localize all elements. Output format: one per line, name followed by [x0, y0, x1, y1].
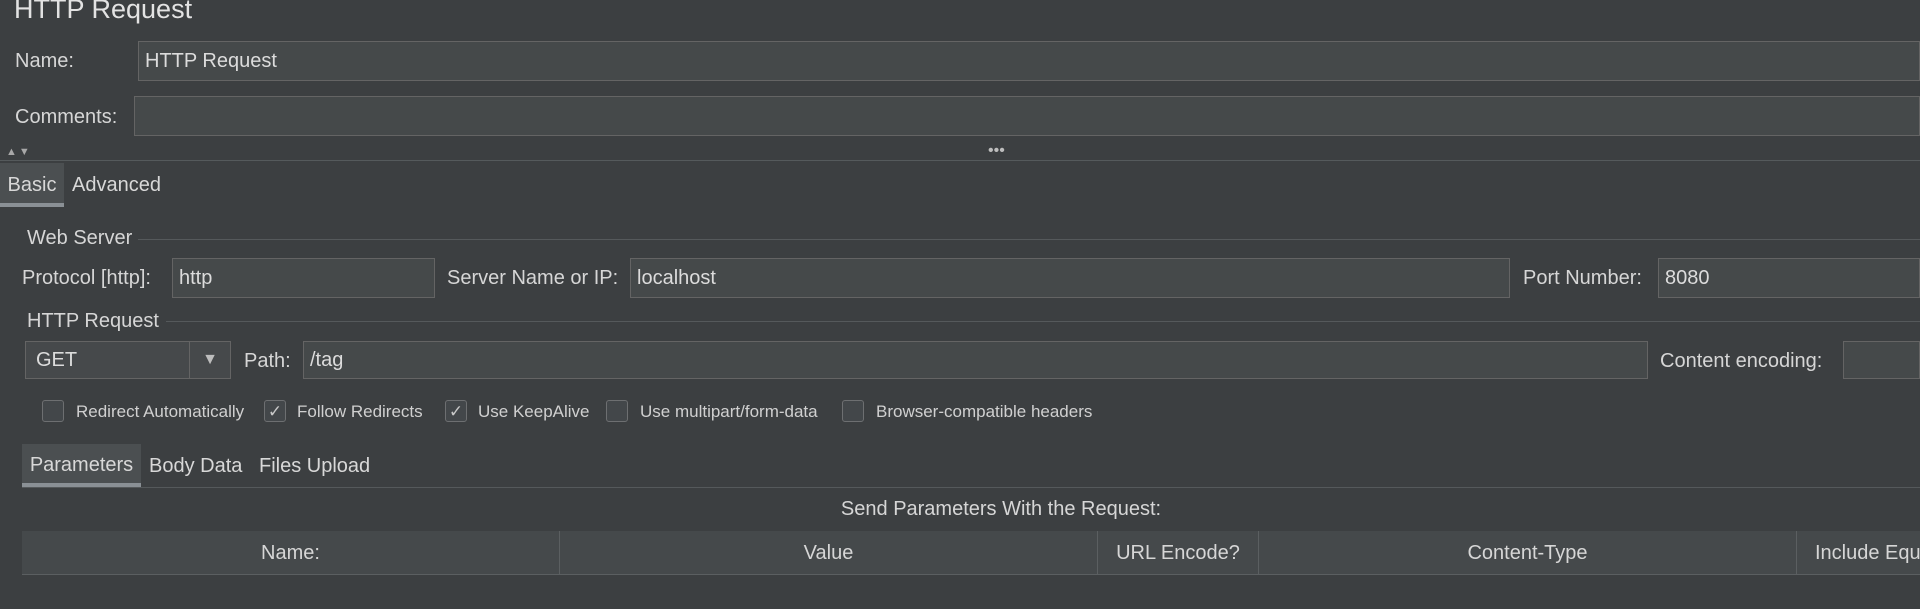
tab-body-data[interactable]: Body Data [149, 455, 242, 478]
web-server-group-title: Web Server [27, 227, 133, 249]
browser-compatible-headers-label[interactable]: Browser-compatible headers [876, 402, 1092, 422]
server-name-input[interactable]: localhost [630, 258, 1510, 298]
chevron-down-icon[interactable]: ▼ [189, 342, 230, 378]
web-server-group-border [138, 239, 1920, 240]
column-header-content-type[interactable]: Content-Type [1259, 531, 1797, 575]
path-label: Path: [244, 350, 291, 372]
tab-advanced[interactable]: Advanced [72, 174, 161, 197]
column-header-include-equals[interactable]: Include Equ [1797, 531, 1920, 575]
redirect-automatically-checkbox[interactable] [42, 400, 64, 422]
follow-redirects-label[interactable]: Follow Redirects [297, 402, 423, 422]
name-input[interactable]: HTTP Request [138, 41, 1920, 81]
comments-label: Comments: [15, 106, 118, 128]
use-multipart-label[interactable]: Use multipart/form-data [640, 402, 818, 422]
use-keepalive-label[interactable]: Use KeepAlive [478, 402, 590, 422]
check-icon: ✓ [267, 401, 283, 421]
browser-compatible-headers-checkbox[interactable] [842, 400, 864, 422]
page-title: HTTP Request [14, 0, 193, 24]
follow-redirects-checkbox[interactable]: ✓ [264, 400, 286, 422]
comments-input[interactable] [134, 96, 1920, 136]
column-header-name[interactable]: Name: [22, 531, 560, 575]
content-encoding-label: Content encoding: [1660, 350, 1823, 372]
http-request-group-border [166, 321, 1920, 322]
parameters-table-header: Name: Value URL Encode? Content-Type Inc… [22, 531, 1920, 575]
tab-parameters[interactable]: Parameters [22, 444, 141, 486]
name-label: Name: [15, 50, 74, 72]
method-value: GET [36, 348, 78, 371]
drag-handle-icon[interactable]: ••• [988, 142, 1005, 160]
use-keepalive-checkbox[interactable]: ✓ [445, 400, 467, 422]
path-input[interactable]: /tag [303, 341, 1648, 379]
content-encoding-input[interactable] [1843, 341, 1920, 379]
check-icon: ✓ [448, 401, 464, 421]
port-label: Port Number: [1523, 267, 1642, 289]
port-input[interactable]: 8080 [1658, 258, 1920, 298]
protocol-input[interactable]: http [172, 258, 435, 298]
protocol-label: Protocol [http]: [22, 267, 151, 289]
parameters-caption: Send Parameters With the Request: [840, 498, 1162, 520]
tab-basic[interactable]: Basic [0, 163, 64, 207]
method-select[interactable]: GET ▼ [25, 341, 231, 379]
tab-files-upload[interactable]: Files Upload [259, 455, 370, 478]
sub-tabs-divider [22, 487, 1920, 488]
server-name-label: Server Name or IP: [447, 267, 619, 289]
redirect-automatically-label[interactable]: Redirect Automatically [76, 402, 244, 422]
column-header-url-encode[interactable]: URL Encode? [1098, 531, 1259, 575]
tab-basic-indicator [0, 203, 64, 207]
use-multipart-checkbox[interactable] [606, 400, 628, 422]
collapse-arrows-icon[interactable]: ▲▼ [6, 146, 32, 158]
splitter-divider [0, 160, 1920, 161]
column-header-value[interactable]: Value [560, 531, 1098, 575]
http-request-group-title: HTTP Request [27, 310, 159, 332]
